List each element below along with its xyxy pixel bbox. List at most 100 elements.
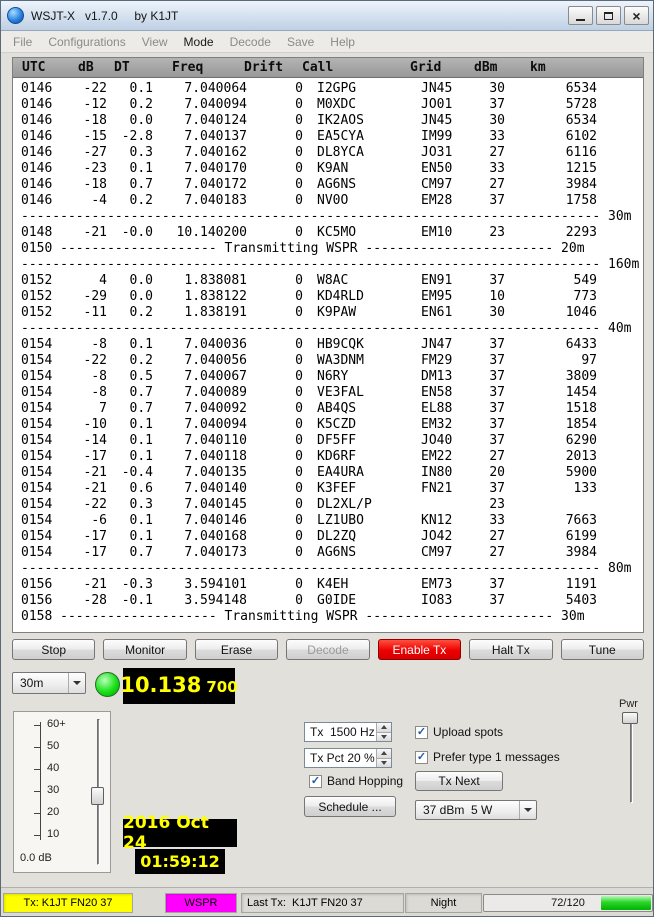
rx-gain-slider-thumb[interactable] xyxy=(91,787,104,805)
stop-button[interactable]: Stop xyxy=(12,639,95,660)
decode-row[interactable]: 0154-100.17.0400940K5CZDEM32371854 xyxy=(13,417,643,433)
decode-row[interactable]: 0148-21-0.010.1402000KC5MOEM10232293 xyxy=(13,225,643,241)
spin-down-button[interactable] xyxy=(377,759,391,768)
decode-row[interactable]: 0146-180.77.0401720AG6NSCM97273984 xyxy=(13,177,643,193)
decode-button[interactable]: Decode xyxy=(286,639,369,660)
spin-up-button[interactable] xyxy=(377,749,391,759)
decode-row[interactable]: 0154-21-0.47.0401350EA4URAIN80205900 xyxy=(13,465,643,481)
chevron-down-icon xyxy=(381,761,387,765)
menu-item-mode[interactable]: Mode xyxy=(176,32,222,52)
menu-item-file[interactable]: File xyxy=(5,32,40,52)
last-tx-status: Last Tx: K1JT FN20 37 xyxy=(241,893,404,913)
maximize-button[interactable] xyxy=(596,6,621,25)
meter-tick xyxy=(34,747,41,748)
tx-freq-value: Tx 1500 Hz xyxy=(310,725,375,739)
tx-pct-spinbox[interactable]: Tx Pct 20 % xyxy=(304,748,392,768)
decode-row[interactable]: 0154-80.57.0400670N6RYDM13373809 xyxy=(13,369,643,385)
column-header-call: Call xyxy=(302,60,333,75)
decode-row[interactable]: 0152-290.01.8381220KD4RLDEM9510773 xyxy=(13,289,643,305)
decode-row[interactable]: 0146-120.27.0400940M0XDCJO01375728 xyxy=(13,97,643,113)
decode-row[interactable]: 0146-40.27.0401830NV0OEM28371758 xyxy=(13,193,643,209)
decode-row[interactable]: 0146-180.07.0401240IK2AOSJN45306534 xyxy=(13,113,643,129)
checkbox-check-icon: ✓ xyxy=(415,726,428,739)
minimize-icon xyxy=(576,19,585,21)
chevron-down-icon xyxy=(519,801,536,819)
tx-pct-value: Tx Pct 20 % xyxy=(310,751,375,765)
meter-tick xyxy=(34,725,41,726)
decode-row[interactable]: 0154-170.17.0401180KD6RFEM22272013 xyxy=(13,449,643,465)
band-separator-row[interactable]: ----------------------------------------… xyxy=(13,257,643,273)
band-separator-row[interactable]: ----------------------------------------… xyxy=(13,209,643,225)
decode-row[interactable]: 015240.01.8380810W8ACEN9137549 xyxy=(13,273,643,289)
menu-item-decode[interactable]: Decode xyxy=(222,32,279,52)
decode-row[interactable]: 0154-80.77.0400890VE3FALEN58371454 xyxy=(13,385,643,401)
meter-scale-label: 40 xyxy=(47,762,59,774)
time-display: 01:59:12 xyxy=(135,849,225,874)
decode-row[interactable]: 0146-270.37.0401620DL8YCAJO31276116 xyxy=(13,145,643,161)
enable-tx-button[interactable]: Enable Tx xyxy=(378,639,461,660)
column-header-freq: Freq xyxy=(172,60,203,75)
minimize-button[interactable] xyxy=(568,6,593,25)
decode-row[interactable]: 0154-60.17.0401460LZ1UBOKN12337663 xyxy=(13,513,643,529)
app-globe-icon xyxy=(7,7,24,24)
decode-row[interactable]: 0156-21-0.33.5941010K4EHEM73371191 xyxy=(13,577,643,593)
menubar: FileConfigurationsViewModeDecodeSaveHelp xyxy=(1,31,654,53)
band-separator-row[interactable]: ----------------------------------------… xyxy=(13,561,643,577)
maximize-icon xyxy=(604,12,613,20)
prefer-type1-label: Prefer type 1 messages xyxy=(433,750,560,764)
column-header-km: km xyxy=(530,60,546,75)
pwr-slider[interactable] xyxy=(630,714,633,803)
table-header: UTC dB DT Freq Drift Call Grid dBm km xyxy=(13,58,643,78)
band-select[interactable]: 30m xyxy=(12,672,86,694)
decode-row[interactable]: 0154-80.17.0400360HB9CQKJN47376433 xyxy=(13,337,643,353)
spin-down-button[interactable] xyxy=(377,733,391,742)
tx-next-button[interactable]: Tx Next xyxy=(415,771,503,791)
decode-row[interactable]: 0154-140.17.0401100DF5FFJO40376290 xyxy=(13,433,643,449)
decode-row[interactable]: 0154-210.67.0401400K3FEFFN2137133 xyxy=(13,481,643,497)
pwr-slider-thumb[interactable] xyxy=(622,712,638,724)
menu-item-configurations[interactable]: Configurations xyxy=(40,32,133,52)
decode-row[interactable]: 0146-230.17.0401700K9ANEN50331215 xyxy=(13,161,643,177)
decode-row[interactable]: 0146-220.17.0400640I2GPGJN45306534 xyxy=(13,81,643,97)
decode-row[interactable]: 015470.77.0400920AB4QSEL88371518 xyxy=(13,401,643,417)
meter-scale-label: 30 xyxy=(47,784,59,796)
tx-freq-spinbox[interactable]: Tx 1500 Hz xyxy=(304,722,392,742)
decode-row[interactable]: 0156-28-0.13.5941480G0IDEIO83375403 xyxy=(13,593,643,609)
mode-badge: WSPR xyxy=(165,893,237,913)
schedule-button[interactable]: Schedule ... xyxy=(304,796,396,817)
rx-status-lamp xyxy=(95,672,120,697)
prefer-type1-checkbox[interactable]: ✓ Prefer type 1 messages xyxy=(415,750,560,764)
tune-button[interactable]: Tune xyxy=(561,639,644,660)
upload-spots-checkbox[interactable]: ✓ Upload spots xyxy=(415,725,503,739)
column-header-db: dB xyxy=(78,60,94,75)
menu-item-save[interactable]: Save xyxy=(279,32,322,52)
window-title: WSJT-X v1.7.0 by K1JT xyxy=(31,9,178,23)
decode-row[interactable]: 0152-110.21.8381910K9PAWEN61301046 xyxy=(13,305,643,321)
halt-tx-button[interactable]: Halt Tx xyxy=(469,639,552,660)
tx-power-select[interactable]: 37 dBm 5 W xyxy=(415,800,537,820)
chevron-up-icon xyxy=(381,725,387,729)
erase-button[interactable]: Erase xyxy=(195,639,278,660)
menu-item-view[interactable]: View xyxy=(134,32,176,52)
column-header-utc: UTC xyxy=(22,60,45,75)
decode-row[interactable]: 0154-170.77.0401730AG6NSCM97273984 xyxy=(13,545,643,561)
decode-row[interactable]: 0146-15-2.87.0401370EA5CYAIM99336102 xyxy=(13,129,643,145)
transmit-row[interactable]: 0150 -------------------- Transmitting W… xyxy=(13,241,643,257)
chevron-down-icon xyxy=(68,673,85,693)
gain-value: 0.0 dB xyxy=(20,852,52,864)
transmit-row[interactable]: 0158 -------------------- Transmitting W… xyxy=(13,609,643,625)
band-hopping-checkbox[interactable]: ✓ Band Hopping xyxy=(309,774,403,788)
band-separator-row[interactable]: ----------------------------------------… xyxy=(13,321,643,337)
title-bar: WSJT-X v1.7.0 by K1JT × xyxy=(1,1,654,31)
menu-item-help[interactable]: Help xyxy=(322,32,363,52)
decode-row[interactable]: 0154-170.17.0401680DL2ZQJO42276199 xyxy=(13,529,643,545)
chevron-down-icon xyxy=(381,735,387,739)
monitor-button[interactable]: Monitor xyxy=(103,639,186,660)
checkbox-check-icon: ✓ xyxy=(309,775,322,788)
tx-power-value: 37 dBm 5 W xyxy=(423,803,492,817)
spin-up-button[interactable] xyxy=(377,723,391,733)
close-button[interactable]: × xyxy=(624,6,649,25)
decode-row[interactable]: 0154-220.27.0400560WA3DNMFM293797 xyxy=(13,353,643,369)
column-header-dbm: dBm xyxy=(474,60,497,75)
decode-row[interactable]: 0154-220.37.0401450DL2XL/P23 xyxy=(13,497,643,513)
